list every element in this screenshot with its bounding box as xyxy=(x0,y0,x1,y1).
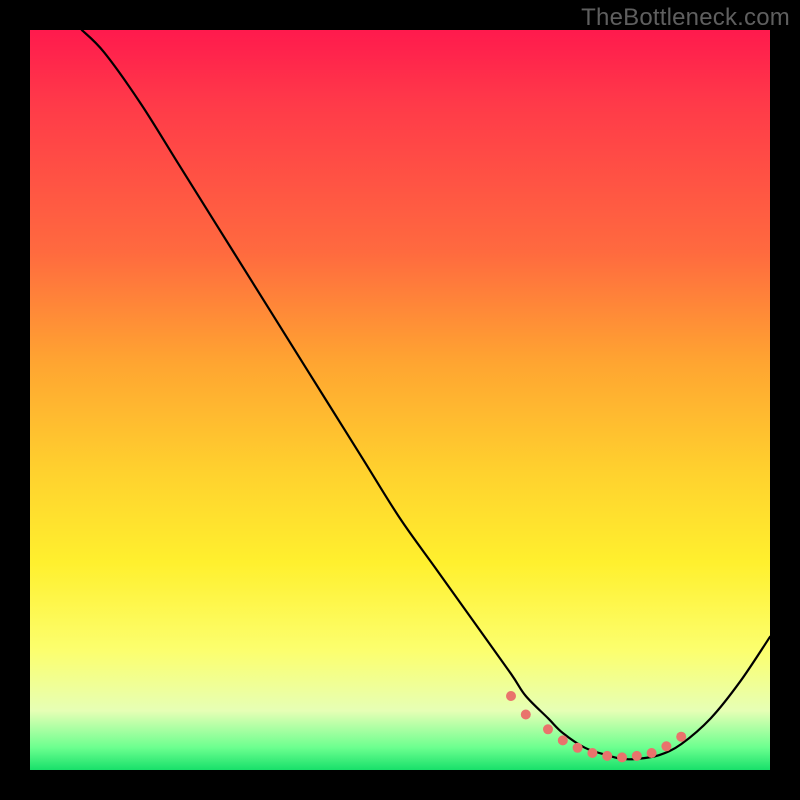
marker-dot xyxy=(602,751,612,761)
plot-area xyxy=(30,30,770,770)
curve-layer xyxy=(30,30,770,770)
marker-dot xyxy=(573,743,583,753)
marker-dot xyxy=(587,748,597,758)
marker-dot xyxy=(521,710,531,720)
marker-dot xyxy=(506,691,516,701)
chart-frame: TheBottleneck.com xyxy=(0,0,800,800)
bottleneck-curve xyxy=(82,30,770,759)
watermark-text: TheBottleneck.com xyxy=(581,4,790,32)
marker-dot xyxy=(647,748,657,758)
marker-dot xyxy=(676,732,686,742)
marker-dot xyxy=(632,751,642,761)
highlight-dots xyxy=(506,691,686,762)
marker-dot xyxy=(543,724,553,734)
marker-dot xyxy=(617,752,627,762)
marker-dot xyxy=(558,735,568,745)
marker-dot xyxy=(661,741,671,751)
